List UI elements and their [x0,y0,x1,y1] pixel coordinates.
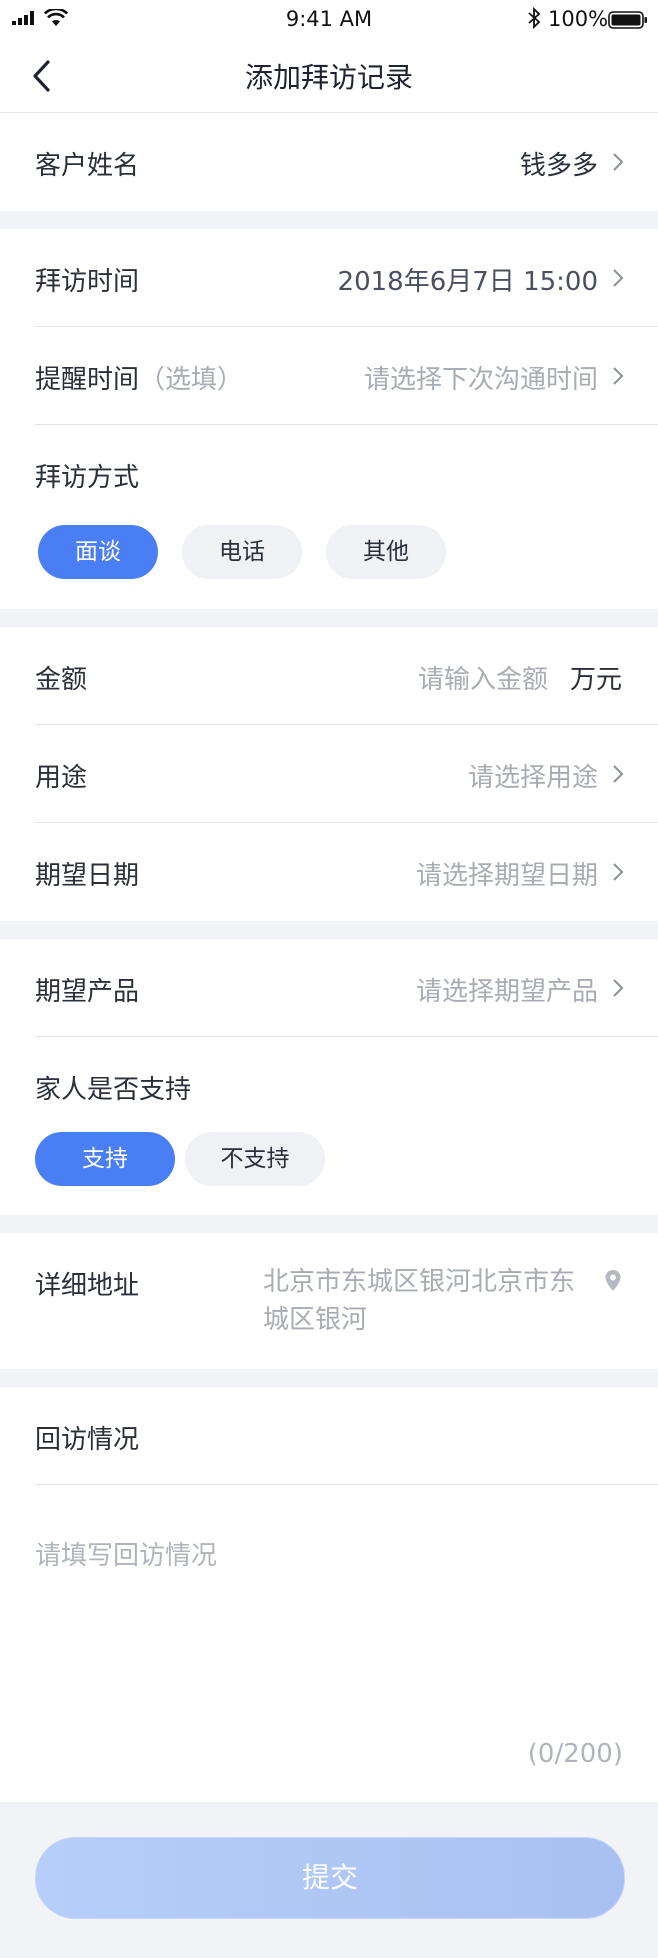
revisit-label: 回访情况 [35,1425,140,1455]
chip-phone[interactable]: 电话 [182,525,302,579]
customer-value: 钱多多 [519,151,598,181]
visit-time-label: 拜访时间 [35,267,140,297]
product-section: 期望产品 请选择期望产品 家人是否支持 支持 不支持 [0,939,658,1215]
battery-percent: 100% [548,7,609,31]
address-label: 详细地址 [35,1271,140,1301]
char-counter: (0/200) [527,1739,623,1769]
status-bar: 9:41 AM 100% [0,0,658,40]
amount-section: 金额 请输入金额 万元 用途 请选择用途 期望日期 请选择期望日期 [0,627,658,921]
expected-date-row[interactable]: 期望日期 请选择期望日期 [35,823,658,921]
address-line-2: 城区银河 [263,1305,368,1335]
revisit-header-row: 回访情况 [35,1387,658,1485]
visit-time-row[interactable]: 拜访时间 2018年6月7日 15:00 [35,229,658,327]
expected-date-label: 期望日期 [35,861,140,891]
visit-method-label: 拜访方式 [35,463,140,493]
expected-product-placeholder: 请选择期望产品 [415,977,598,1007]
chevron-right-icon [613,269,624,287]
optional-hint: （选填） [139,365,244,395]
battery-icon [608,11,647,29]
add-visit-record-page: 9:41 AM 100% 添加拜访记录 客户姓名 钱多多 拜访时间 2018年6… [0,0,658,1958]
chevron-right-icon [613,765,624,783]
chip-not-support[interactable]: 不支持 [185,1132,325,1186]
bluetooth-icon [528,7,541,29]
visit-time-value: 2018年6月7日 15:00 [337,267,598,297]
customer-label: 客户姓名 [35,151,140,181]
reminder-time-row[interactable]: 提醒时间（选填） 请选择下次沟通时间 [35,327,658,425]
reminder-time-label: 提醒时间（选填） [35,359,243,396]
address-line-1: 北京市东城区银河北京市东 [263,1267,576,1297]
chip-in-person[interactable]: 面谈 [38,525,158,579]
location-pin-icon[interactable] [604,1269,622,1293]
page-title: 添加拜访记录 [244,61,413,94]
amount-input[interactable]: 请输入金额 [418,659,548,696]
chevron-right-icon [613,153,624,171]
amount-label: 金额 [35,665,88,695]
chip-support[interactable]: 支持 [35,1132,175,1186]
purpose-placeholder: 请选择用途 [467,763,598,793]
reminder-time-placeholder: 请选择下次沟通时间 [363,365,598,395]
expected-product-row[interactable]: 期望产品 请选择期望产品 [35,939,658,1037]
chip-other[interactable]: 其他 [326,525,446,579]
amount-row[interactable]: 金额 请输入金额 万元 [35,627,658,725]
expected-product-label: 期望产品 [35,977,140,1007]
visit-section: 拜访时间 2018年6月7日 15:00 提醒时间（选填） 请选择下次沟通时间 … [0,229,658,609]
revisit-textarea[interactable]: 请填写回访情况 [35,1535,217,1572]
revisit-section: 回访情况 请填写回访情况 (0/200) [0,1387,658,1802]
customer-row[interactable]: 客户姓名 钱多多 [35,113,658,211]
nav-bar: 添加拜访记录 [0,40,658,113]
chevron-right-icon [613,863,624,881]
purpose-row[interactable]: 用途 请选择用途 [35,725,658,823]
amount-unit: 万元 [569,665,622,695]
address-section: 详细地址 北京市东城区银河北京市东 城区银河 [0,1233,658,1369]
submit-button[interactable]: 提交 [35,1837,625,1919]
reminder-label-text: 提醒时间 [35,365,140,395]
customer-section: 客户姓名 钱多多 [0,113,658,211]
family-support-label: 家人是否支持 [35,1075,192,1105]
purpose-label: 用途 [35,763,88,793]
expected-date-placeholder: 请选择期望日期 [415,861,598,891]
chevron-right-icon [613,367,624,385]
address-value[interactable]: 北京市东城区银河北京市东 城区银河 [263,1263,603,1339]
chevron-right-icon [613,979,624,997]
